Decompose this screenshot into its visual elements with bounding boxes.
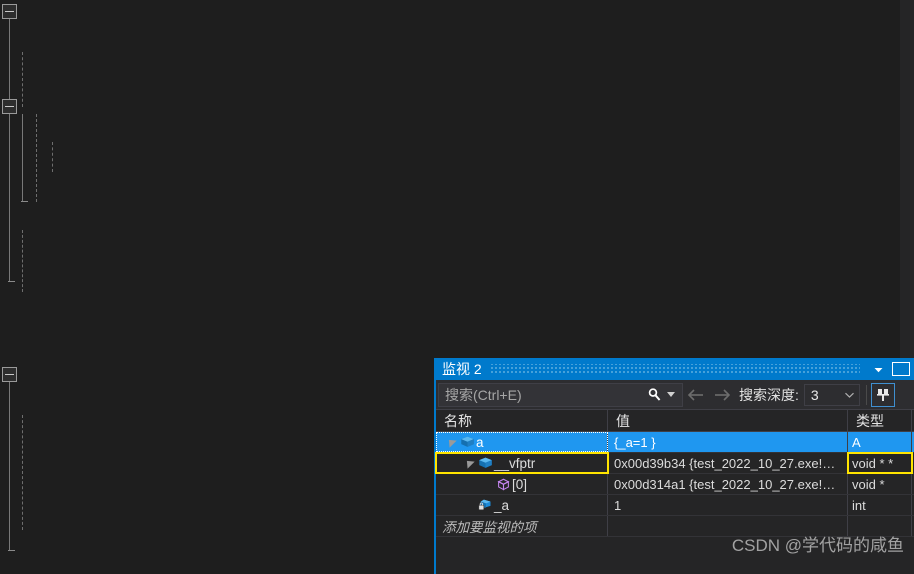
watch-row-type-cell: void * — [848, 474, 912, 494]
indent-guide-4 — [22, 230, 23, 292]
watch-row-type: void * * — [852, 455, 894, 471]
watch-row-name: a — [476, 434, 484, 450]
depth-chevron-down-icon[interactable] — [844, 387, 855, 402]
watch-row-value: 1 — [614, 497, 622, 513]
search-box[interactable] — [438, 382, 683, 407]
purple-cube-icon — [494, 478, 512, 491]
blue-cube-icon — [458, 435, 476, 449]
panel-drag-grip[interactable] — [489, 364, 860, 374]
watch-row-type-cell: int — [848, 495, 912, 515]
watch-row-name-cell[interactable]: [0] — [436, 474, 608, 494]
toolbar-divider — [865, 384, 867, 405]
chevron-down-icon[interactable] — [868, 359, 888, 379]
watch-row-value: {_a=1 } — [614, 434, 656, 450]
fold-toggle-func1[interactable] — [2, 99, 17, 114]
watch-row-type: A — [852, 434, 861, 450]
expander-triangle-icon[interactable] — [462, 457, 476, 469]
watermark-text: CSDN @学代码的咸鱼 — [731, 536, 904, 555]
indent-guide-2 — [36, 114, 37, 202]
watch-row[interactable]: _a 1 int — [436, 495, 914, 516]
search-depth-dropdown[interactable]: 3 — [803, 383, 860, 406]
search-input[interactable] — [445, 386, 644, 403]
pin-filter-icon[interactable] — [870, 382, 895, 407]
fold-toggle-class-a[interactable] — [2, 4, 17, 19]
blue-cube-icon — [476, 456, 494, 470]
fold-guide-main — [9, 382, 10, 550]
add-watch-placeholder: 添加要监视的项 — [442, 520, 537, 535]
column-header-type[interactable]: 类型 — [848, 410, 912, 431]
fold-guide-end-main — [8, 550, 15, 551]
watch-grid-body: a {_a=1 } A __vfptr 0x00d39b34 {test_2022_10… — [435, 432, 914, 537]
column-header-value[interactable]: 值 — [608, 410, 848, 431]
watch-row-name-cell[interactable]: a — [436, 432, 608, 452]
indent-guide-3 — [52, 142, 53, 172]
watch-row-value-cell[interactable]: 0x00d314a1 {test_2022_10_27.exe!… — [608, 474, 848, 494]
watch-row-name: __vfptr — [494, 455, 536, 471]
watch-toolbar: 搜索深度: 3 — [436, 380, 914, 410]
add-watch-name-cell[interactable]: 添加要监视的项 — [436, 516, 608, 536]
search-icon[interactable] — [644, 384, 664, 406]
watch-row[interactable]: [0] 0x00d314a1 {test_2022_10_27.exe!… void… — [436, 474, 914, 495]
watch-row-type: int — [852, 497, 866, 513]
watch-row-value-cell[interactable]: 1 — [608, 495, 848, 515]
expander-triangle-icon[interactable] — [444, 436, 458, 448]
search-forward-arrow-right-icon[interactable] — [709, 382, 735, 408]
watch-row-value-cell[interactable]: 0x00d39b34 {test_2022_10_27.exe!… — [608, 453, 848, 473]
watch-row-name-cell[interactable]: __vfptr — [435, 452, 609, 474]
watch-panel: 监视 2 搜索(Ctrl+E) 搜索深度: 3 名称 值 类型 a {_a=1 … — [434, 358, 914, 574]
search-back-arrow-left-icon[interactable] — [683, 382, 709, 408]
search-options-chevron-down-icon[interactable] — [667, 392, 675, 397]
watch-row-value: 0x00d39b34 {test_2022_10_27.exe!… — [614, 455, 836, 471]
fold-toggle-main[interactable] — [2, 367, 17, 382]
watch-row-value: 0x00d314a1 {test_2022_10_27.exe!… — [614, 476, 836, 492]
indent-guide-5 — [22, 415, 23, 530]
column-header-name[interactable]: 名称 — [436, 410, 608, 431]
fold-guide-func1 — [22, 114, 23, 201]
watch-row[interactable]: a {_a=1 } A — [436, 432, 914, 453]
watch-grid-header: 名称 值 类型 — [436, 410, 914, 432]
watch-panel-title: 监视 2 — [442, 361, 482, 377]
search-depth-value: 3 — [810, 386, 819, 403]
fold-guide-end-func1 — [21, 201, 28, 202]
watch-grid: 名称 值 类型 a {_a=1 } A __vfptr 0x00d39b34 {test… — [435, 410, 914, 537]
watch-row[interactable]: __vfptr 0x00d39b34 {test_2022_10_27.exe!…… — [435, 452, 914, 474]
watch-row-name: _a — [494, 497, 510, 513]
watch-row-value-cell[interactable]: {_a=1 } — [608, 432, 848, 452]
watch-row-type: void * — [852, 476, 885, 492]
watch-row-name: [0] — [512, 476, 528, 492]
indent-guide-1 — [22, 52, 23, 107]
watch-row-type-cell: A — [848, 432, 912, 452]
watch-row-type-cell: void * * — [847, 452, 913, 474]
search-depth-label: 搜索深度: — [739, 386, 799, 403]
fold-guide-end-class — [8, 281, 15, 282]
locked-cube-icon — [476, 498, 494, 512]
watch-row-name-cell[interactable]: _a — [436, 495, 608, 515]
float-window-icon[interactable] — [892, 362, 910, 376]
fold-guide-class — [9, 19, 10, 281]
watch-title-bar[interactable]: 监视 2 — [436, 358, 914, 380]
